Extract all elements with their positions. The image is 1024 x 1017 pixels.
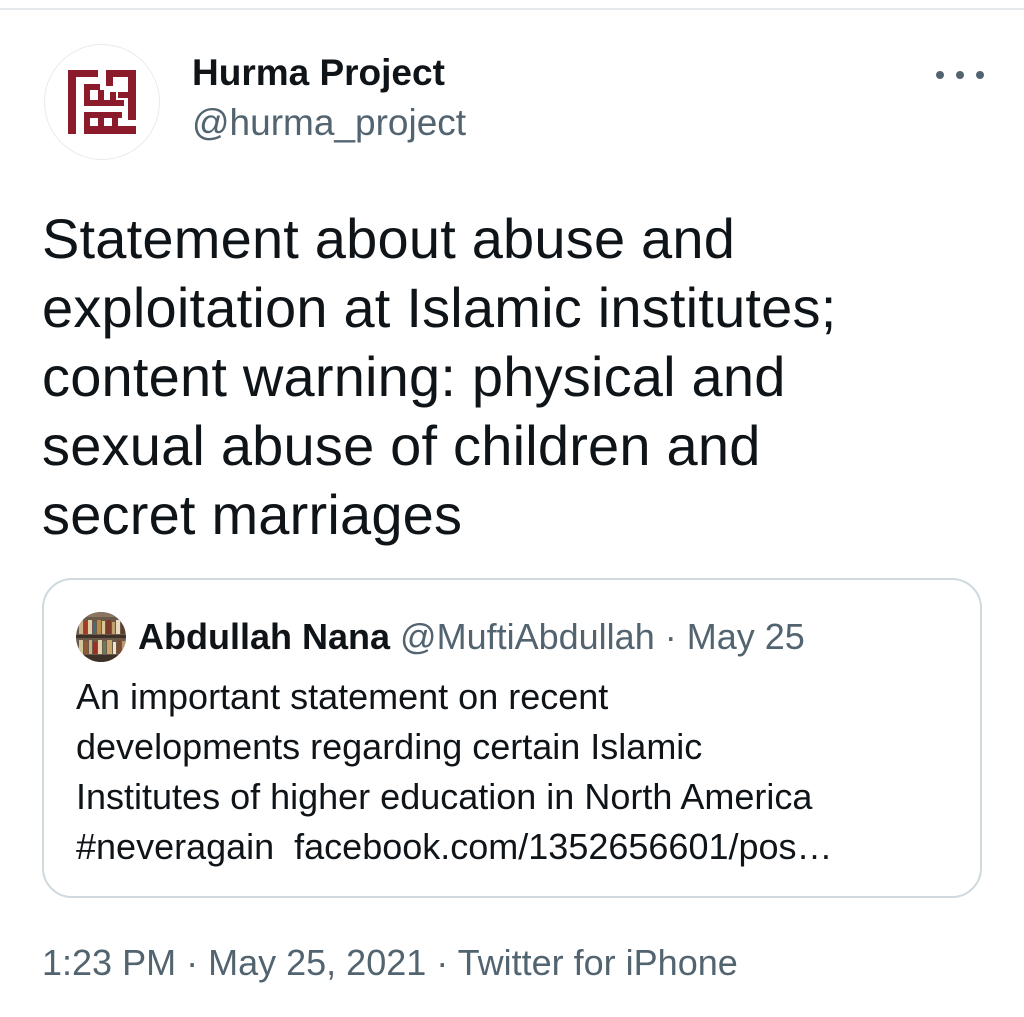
quote-date[interactable]: May 25 (687, 616, 805, 657)
hurma-logo-icon (68, 70, 136, 134)
quote-line: Institutes of higher education in North … (76, 776, 813, 817)
tweet-line: secret marriages (42, 483, 463, 546)
more-options-icon[interactable] (936, 58, 984, 92)
top-divider (0, 0, 1024, 10)
tweet-source[interactable]: Twitter for iPhone (458, 942, 738, 983)
quote-text: An important statement on recent develop… (76, 672, 956, 872)
quote-author-avatar[interactable] (76, 612, 126, 662)
tweet-line: sexual abuse of children and (42, 414, 761, 477)
tweet-time[interactable]: 1:23 PM (42, 942, 176, 983)
tweet-date[interactable]: May 25, 2021 (208, 942, 426, 983)
more-dot (936, 71, 944, 79)
tweet-meta: 1:23 PM · May 25, 2021 · Twitter for iPh… (42, 938, 738, 988)
quote-author-handle[interactable]: @MuftiAbdullah (400, 616, 655, 657)
meta-separator: · (436, 942, 449, 983)
quote-separator: · (664, 616, 677, 657)
user-handle[interactable]: @hurma_project (192, 102, 466, 144)
tweet-line: content warning: physical and (42, 345, 786, 408)
quote-line: developments regarding certain Islamic (76, 726, 703, 767)
quoted-tweet-card[interactable]: Abdullah Nana @MuftiAbdullah · May 25 An… (42, 578, 982, 898)
tweet-line: Statement about abuse and (42, 207, 736, 270)
tweet-line: exploitation at Islamic institutes; (42, 276, 837, 339)
more-dot (976, 71, 984, 79)
tweet-text: Statement about abuse and exploitation a… (42, 204, 992, 549)
display-name[interactable]: Hurma Project (192, 52, 445, 94)
more-dot (956, 71, 964, 79)
quote-line: #neveragain facebook.com/1352656601/pos… (76, 826, 833, 867)
meta-separator: · (186, 942, 199, 983)
quote-header: Abdullah Nana @MuftiAbdullah · May 25 (138, 614, 805, 660)
quote-line: An important statement on recent (76, 676, 609, 717)
avatar[interactable] (44, 44, 160, 160)
bookshelf-avatar-image (76, 612, 126, 662)
quote-author-name[interactable]: Abdullah Nana (138, 616, 390, 657)
